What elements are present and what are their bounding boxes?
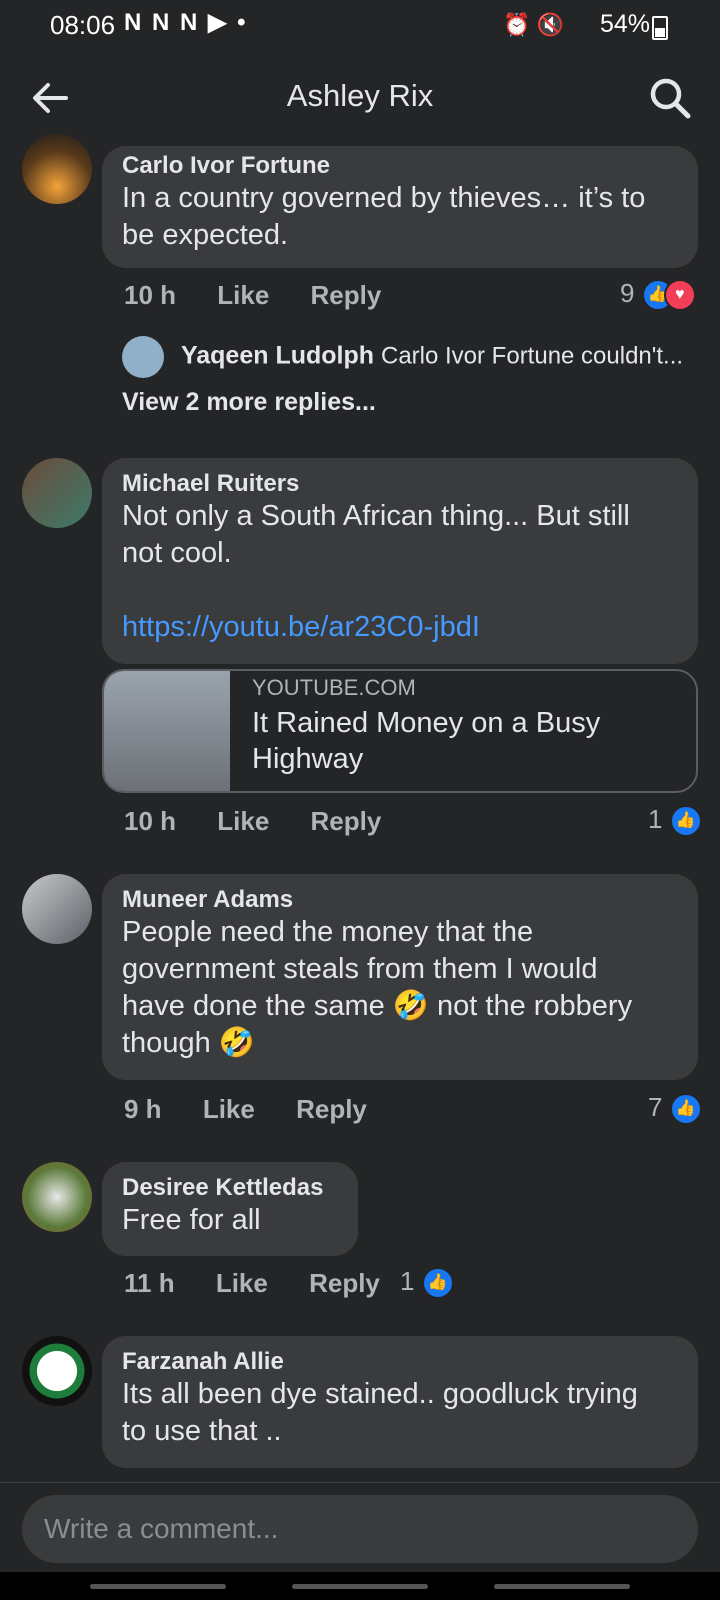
comment-author[interactable]: Muneer Adams [122, 886, 678, 914]
comment-text: Not only a South African thing... But st… [122, 500, 630, 532]
avatar[interactable] [22, 1336, 92, 1406]
like-button[interactable]: Like [216, 1268, 268, 1298]
reply-button[interactable]: Reply [311, 280, 382, 310]
avatar[interactable] [22, 1162, 92, 1232]
comment-time: 10 h [124, 280, 177, 310]
page-title: Ashley Rix [286, 78, 434, 113]
view-more-replies-link[interactable]: View 2 more replies... [122, 388, 376, 417]
comment-actions: 11 h Like Reply [124, 1268, 414, 1299]
comment-bubble: Muneer Adams People need the money that … [102, 874, 698, 1080]
comment-bubble: Michael Ruiters Not only a South African… [102, 458, 698, 664]
comment-time: 9 h [124, 1094, 162, 1124]
comment-text: Free for all [122, 1204, 261, 1236]
comment-author[interactable]: Carlo Ivor Fortune [122, 152, 678, 180]
nav-back-handle[interactable] [90, 1584, 226, 1589]
reply-button[interactable]: Reply [296, 1094, 367, 1124]
status-bar: 08:06 N N N ▶ • ⏰🔇 54% [0, 0, 720, 52]
comment-actions: 10 h Like Reply [124, 280, 415, 311]
link-domain: YOUTUBE.COM [252, 675, 416, 700]
love-reaction-icon: ♥ [663, 279, 696, 312]
reaction-summary[interactable]: 7 👍 [648, 1092, 702, 1126]
comment-text: People need the money that the [122, 916, 534, 948]
comment-text: be expected. [122, 219, 289, 251]
comment-author[interactable]: Farzanah Allie [122, 1348, 678, 1376]
reaction-summary[interactable]: 1 👍 [400, 1266, 454, 1300]
reply-text: Carlo Ivor Fortune couldn't... [380, 342, 684, 370]
battery-icon [652, 16, 668, 40]
reply-preview[interactable]: Yaqeen Ludolph Carlo Ivor Fortune couldn… [122, 336, 683, 378]
search-icon[interactable] [646, 74, 694, 122]
reply-author: Yaqeen Ludolph [180, 341, 375, 370]
avatar[interactable] [22, 874, 92, 944]
like-button[interactable]: Like [217, 806, 269, 836]
reply-button[interactable]: Reply [309, 1268, 380, 1298]
reaction-count: 9 [620, 278, 635, 308]
like-reaction-icon: 👍 [669, 805, 702, 838]
comment-input[interactable] [22, 1495, 698, 1563]
comment-bubble: Carlo Ivor Fortune In a country governed… [102, 146, 698, 268]
like-reaction-icon: 👍 [669, 1093, 702, 1126]
reaction-summary[interactable]: 1 👍 [648, 804, 702, 838]
comment-text: government steals from them I would [122, 953, 598, 985]
notification-icons: N N N ▶ • [124, 9, 248, 36]
status-time: 08:06 [50, 10, 116, 40]
comment-text: though 🤣 [122, 1027, 255, 1059]
link-title: It Rained Money on a Busy Highway [252, 707, 601, 775]
reaction-summary[interactable]: 9 👍 ♥ [620, 278, 696, 312]
system-icons: ⏰🔇 [503, 12, 570, 37]
comment-bubble: Desiree Kettledas Free for all [102, 1162, 358, 1256]
comment-composer [0, 1482, 720, 1573]
avatar [122, 336, 164, 378]
battery-level: 54% [599, 10, 650, 38]
avatar[interactable] [22, 134, 92, 204]
reply-button[interactable]: Reply [311, 806, 382, 836]
comment-text: have done the same 🤣 not the robbery [122, 990, 633, 1022]
comment-text: to use that .. [122, 1415, 282, 1447]
comment-time: 10 h [124, 806, 177, 836]
like-button[interactable]: Like [203, 1094, 255, 1124]
system-nav-bar [0, 1572, 720, 1600]
comment-actions: 9 h Like Reply [124, 1094, 401, 1125]
comment-author[interactable]: Michael Ruiters [122, 470, 678, 498]
comment-link[interactable]: https://youtu.be/ar23C0-jbdI [122, 609, 678, 646]
like-reaction-icon: 👍 [421, 1267, 454, 1300]
header: Ashley Rix [0, 52, 720, 144]
link-thumbnail [104, 671, 230, 791]
reaction-count: 7 [648, 1092, 663, 1122]
like-button[interactable]: Like [217, 280, 269, 310]
reaction-count: 1 [648, 804, 663, 834]
reaction-count: 1 [400, 1266, 415, 1296]
nav-recents-handle[interactable] [494, 1584, 630, 1589]
comment-text: In a country governed by thieves… it’s t… [122, 182, 646, 214]
comment-text: Its all been dye stained.. goodluck tryi… [122, 1378, 638, 1410]
comment-author[interactable]: Desiree Kettledas [122, 1174, 338, 1202]
avatar[interactable] [22, 458, 92, 528]
comment-text: not cool. [122, 537, 232, 569]
nav-home-handle[interactable] [292, 1584, 428, 1589]
comment-actions: 10 h Like Reply [124, 806, 415, 837]
link-preview-card[interactable]: YOUTUBE.COM It Rained Money on a Busy Hi… [102, 669, 698, 793]
comment-bubble: Farzanah Allie Its all been dye stained.… [102, 1336, 698, 1468]
comment-time: 11 h [124, 1268, 175, 1298]
